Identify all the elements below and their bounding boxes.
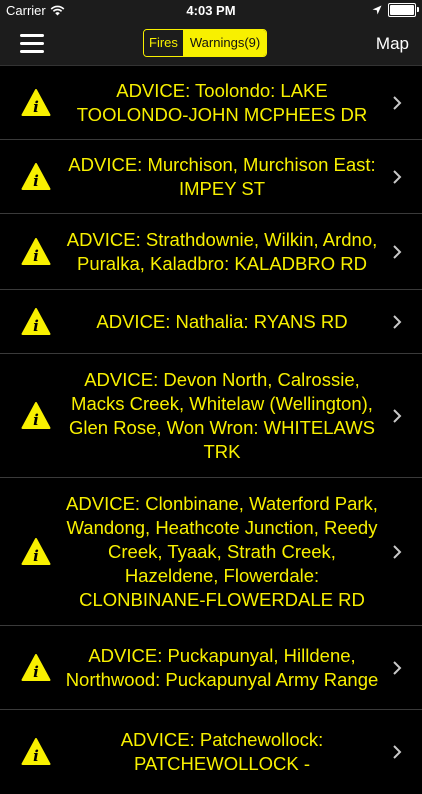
info-warning-icon: i xyxy=(21,162,51,190)
info-warning-icon: i xyxy=(21,738,51,765)
location-arrow-icon xyxy=(372,5,382,15)
warning-text: ADVICE: Clonbinane, Waterford Park, Wand… xyxy=(66,492,378,610)
warning-text: ADVICE: Puckapunyal, Hilldene, Northwood… xyxy=(65,644,379,690)
svg-text:i: i xyxy=(33,547,39,565)
battery-fill xyxy=(390,5,414,15)
chevron-right-icon xyxy=(393,244,402,259)
menu-line xyxy=(20,50,44,53)
warning-row[interactable]: i ADVICE: Toolondo: LAKE TOOLONDO-JOHN M… xyxy=(0,66,422,140)
warning-row[interactable]: i ADVICE: Murchison, Murchison East: IMP… xyxy=(0,140,422,214)
chevron-right-icon xyxy=(393,544,402,559)
warning-row[interactable]: i ADVICE: Patchewollock: PATCHEWOLLOCK - xyxy=(0,710,422,794)
status-right xyxy=(372,3,419,17)
chevron-right-icon xyxy=(393,314,402,329)
status-bar: Carrier 4:03 PM xyxy=(0,0,422,22)
fires-warnings-segmented-control: Fires Warnings(9) xyxy=(143,29,268,57)
warning-text: ADVICE: Murchison, Murchison East: IMPEY… xyxy=(68,153,376,199)
warning-text: ADVICE: Strathdownie, Wilkin, Ardno, Pur… xyxy=(66,228,378,274)
warning-row[interactable]: i ADVICE: Strathdownie, Wilkin, Ardno, P… xyxy=(0,214,422,290)
chevron-right-icon xyxy=(393,169,402,184)
status-time: 4:03 PM xyxy=(186,3,236,18)
info-warning-icon: i xyxy=(21,307,51,335)
svg-text:i: i xyxy=(33,172,39,190)
warnings-list: i ADVICE: Toolondo: LAKE TOOLONDO-JOHN M… xyxy=(0,66,422,794)
info-warning-icon: i xyxy=(21,537,51,565)
warning-text: ADVICE: Patchewollock: PATCHEWOLLOCK - xyxy=(120,729,324,774)
svg-text:i: i xyxy=(33,247,39,265)
warning-row[interactable]: i ADVICE: Devon North, Calrossie, Macks … xyxy=(0,354,422,478)
warning-row[interactable]: i ADVICE: Puckapunyal, Hilldene, Northwo… xyxy=(0,626,422,710)
hamburger-menu-icon[interactable] xyxy=(20,34,44,54)
info-warning-icon: i xyxy=(21,653,51,681)
svg-text:i: i xyxy=(33,663,39,681)
warning-row[interactable]: i ADVICE: Clonbinane, Waterford Park, Wa… xyxy=(0,478,422,626)
chevron-right-icon xyxy=(393,408,402,423)
info-warning-icon: i xyxy=(21,401,51,429)
warning-row[interactable]: i ADVICE: Nathalia: RYANS RD xyxy=(0,290,422,354)
warning-text: ADVICE: Devon North, Calrossie, Macks Cr… xyxy=(68,368,376,462)
menu-line xyxy=(20,34,44,37)
chevron-right-icon xyxy=(393,660,402,675)
info-warning-icon: i xyxy=(21,88,51,116)
info-warning-icon: i xyxy=(21,237,51,265)
warning-text: ADVICE: Nathalia: RYANS RD xyxy=(96,310,348,332)
warning-text: ADVICE: Toolondo: LAKE TOOLONDO-JOHN MCP… xyxy=(76,79,368,125)
segment-fires[interactable]: Fires xyxy=(144,30,184,56)
battery-icon xyxy=(388,3,419,17)
segment-warnings[interactable]: Warnings(9) xyxy=(183,30,267,56)
chevron-right-icon xyxy=(393,745,402,759)
svg-text:i: i xyxy=(33,411,39,429)
map-button[interactable]: Map xyxy=(376,34,409,54)
nav-bar: Fires Warnings(9) Map xyxy=(0,22,422,66)
chevron-right-icon xyxy=(393,95,402,110)
menu-line xyxy=(20,42,44,45)
svg-text:i: i xyxy=(33,98,39,116)
svg-text:i: i xyxy=(33,317,39,335)
